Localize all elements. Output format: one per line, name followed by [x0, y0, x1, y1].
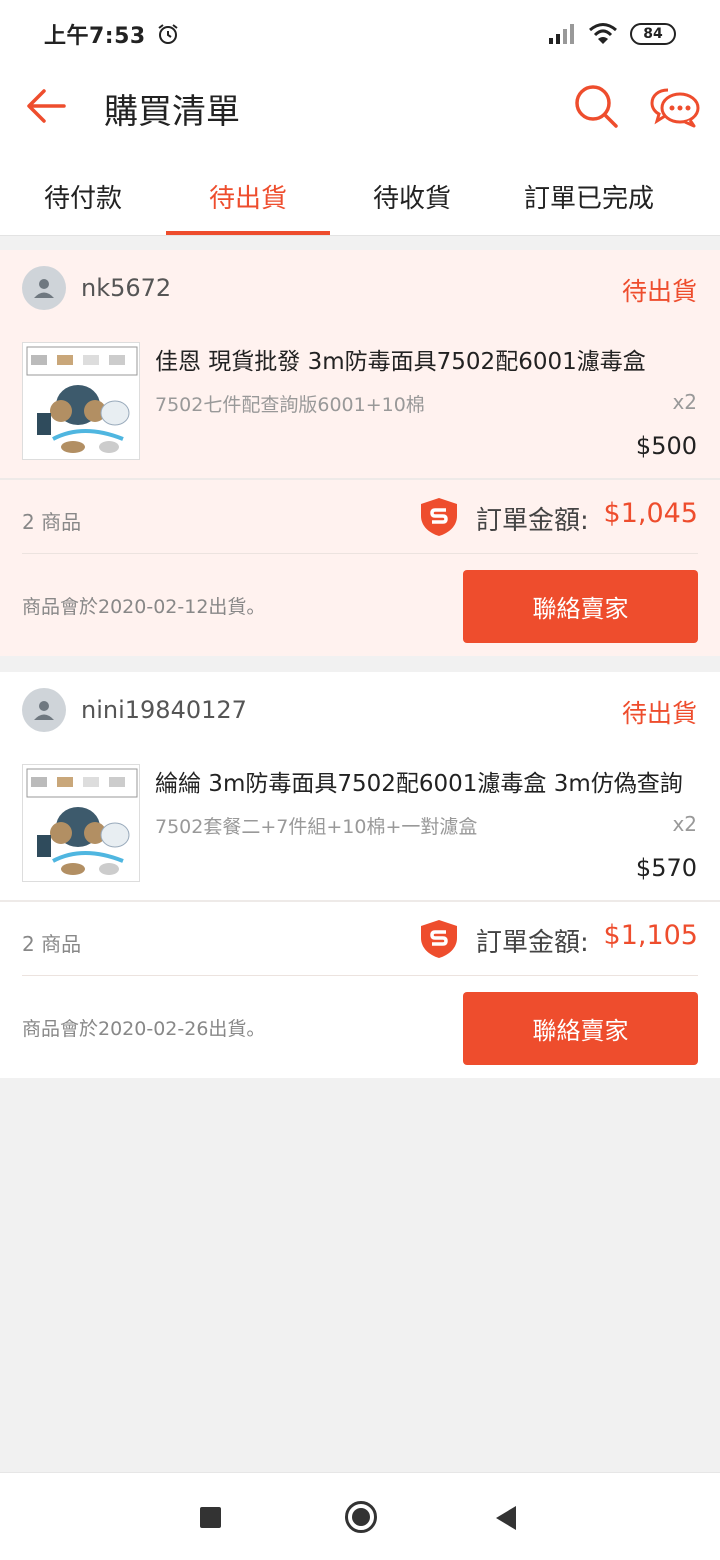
- tab-to-ship[interactable]: 待出貨: [166, 156, 330, 236]
- product-thumbnail: [22, 342, 140, 460]
- order-status: 待出貨: [621, 699, 697, 728]
- order-summary: 2 商品 訂單金額: $1,105: [0, 902, 720, 976]
- avatar: [22, 266, 66, 310]
- order-card[interactable]: nk5672 待出貨 佳恩 現貨批發 3m防毒面具7502配6001濾毒盒 75…: [0, 250, 720, 656]
- battery-indicator: 84: [630, 23, 676, 45]
- product-variant: 7502套餐二+7件組+10棉+一對濾盒: [155, 816, 478, 838]
- product-price: $500: [635, 432, 697, 460]
- product-quantity: x2: [672, 390, 697, 414]
- ship-date-note: 商品會於2020-02-26出貨。: [22, 1018, 266, 1040]
- app-header: 購買清單: [0, 68, 720, 156]
- wifi-icon: [589, 23, 617, 44]
- page-title: 購買清單: [104, 92, 240, 132]
- product-variant: 7502七件配查詢版6001+10棉: [155, 394, 425, 416]
- order-summary: 2 商品 訂單金額: $1,045: [0, 480, 720, 554]
- alarm-icon: [158, 24, 178, 44]
- status-bar: 上午7:53 84: [0, 0, 720, 68]
- shipping-row: 商品會於2020-02-26出貨。 聯絡賣家: [0, 976, 720, 1076]
- contact-seller-button[interactable]: 聯絡賣家: [463, 570, 698, 643]
- product-price: $570: [635, 854, 697, 882]
- shop-row[interactable]: nini19840127 待出貨: [0, 672, 720, 750]
- product-name: 綸綸 3m防毒面具7502配6001濾毒盒 3m仿偽查詢: [155, 771, 683, 797]
- back-arrow-icon[interactable]: [24, 86, 68, 126]
- nav-home-icon[interactable]: [344, 1500, 378, 1534]
- order-card[interactable]: nini19840127 待出貨 綸綸 3m防毒面具7502配6001濾毒盒 3…: [0, 672, 720, 1078]
- product-item[interactable]: 佳恩 現貨批發 3m防毒面具7502配6001濾毒盒 7502七件配查詢版600…: [0, 328, 720, 478]
- shield-icon: [421, 920, 457, 958]
- item-count: 2 商品: [22, 510, 82, 534]
- nav-back-icon[interactable]: [494, 1504, 518, 1532]
- signal-icon: [549, 24, 574, 44]
- status-time: 上午7:53: [44, 24, 146, 49]
- tab-to-receive[interactable]: 待收貨: [330, 156, 494, 236]
- avatar: [22, 688, 66, 732]
- shop-row[interactable]: nk5672 待出貨: [0, 250, 720, 328]
- user-icon: [34, 701, 54, 720]
- product-name: 佳恩 現貨批發 3m防毒面具7502配6001濾毒盒: [155, 349, 646, 375]
- product-item[interactable]: 綸綸 3m防毒面具7502配6001濾毒盒 3m仿偽查詢 7502套餐二+7件組…: [0, 750, 720, 900]
- tab-completed[interactable]: 訂單已完成: [494, 156, 684, 236]
- order-tabs: 待付款 待出貨 待收貨 訂單已完成: [0, 156, 720, 236]
- active-tab-indicator: [166, 231, 330, 235]
- system-nav-bar: [0, 1472, 720, 1560]
- chat-icon[interactable]: [650, 86, 700, 128]
- ship-date-note: 商品會於2020-02-12出貨。: [22, 596, 266, 618]
- item-count: 2 商品: [22, 932, 82, 956]
- search-icon[interactable]: [572, 82, 620, 130]
- order-total-label: 訂單金額:: [476, 506, 589, 536]
- tab-to-pay[interactable]: 待付款: [0, 156, 166, 236]
- shop-name[interactable]: nk5672: [81, 274, 171, 302]
- shop-name[interactable]: nini19840127: [81, 696, 247, 724]
- order-total: $1,105: [603, 920, 698, 951]
- order-total: $1,045: [603, 498, 698, 529]
- user-icon: [34, 279, 54, 298]
- nav-recents-icon[interactable]: [200, 1507, 221, 1528]
- order-total-label: 訂單金額:: [476, 928, 589, 958]
- product-quantity: x2: [672, 812, 697, 836]
- shield-icon: [421, 498, 457, 536]
- shipping-row: 商品會於2020-02-12出貨。 聯絡賣家: [0, 554, 720, 654]
- order-status: 待出貨: [621, 277, 697, 306]
- contact-seller-button[interactable]: 聯絡賣家: [463, 992, 698, 1065]
- product-thumbnail: [22, 764, 140, 882]
